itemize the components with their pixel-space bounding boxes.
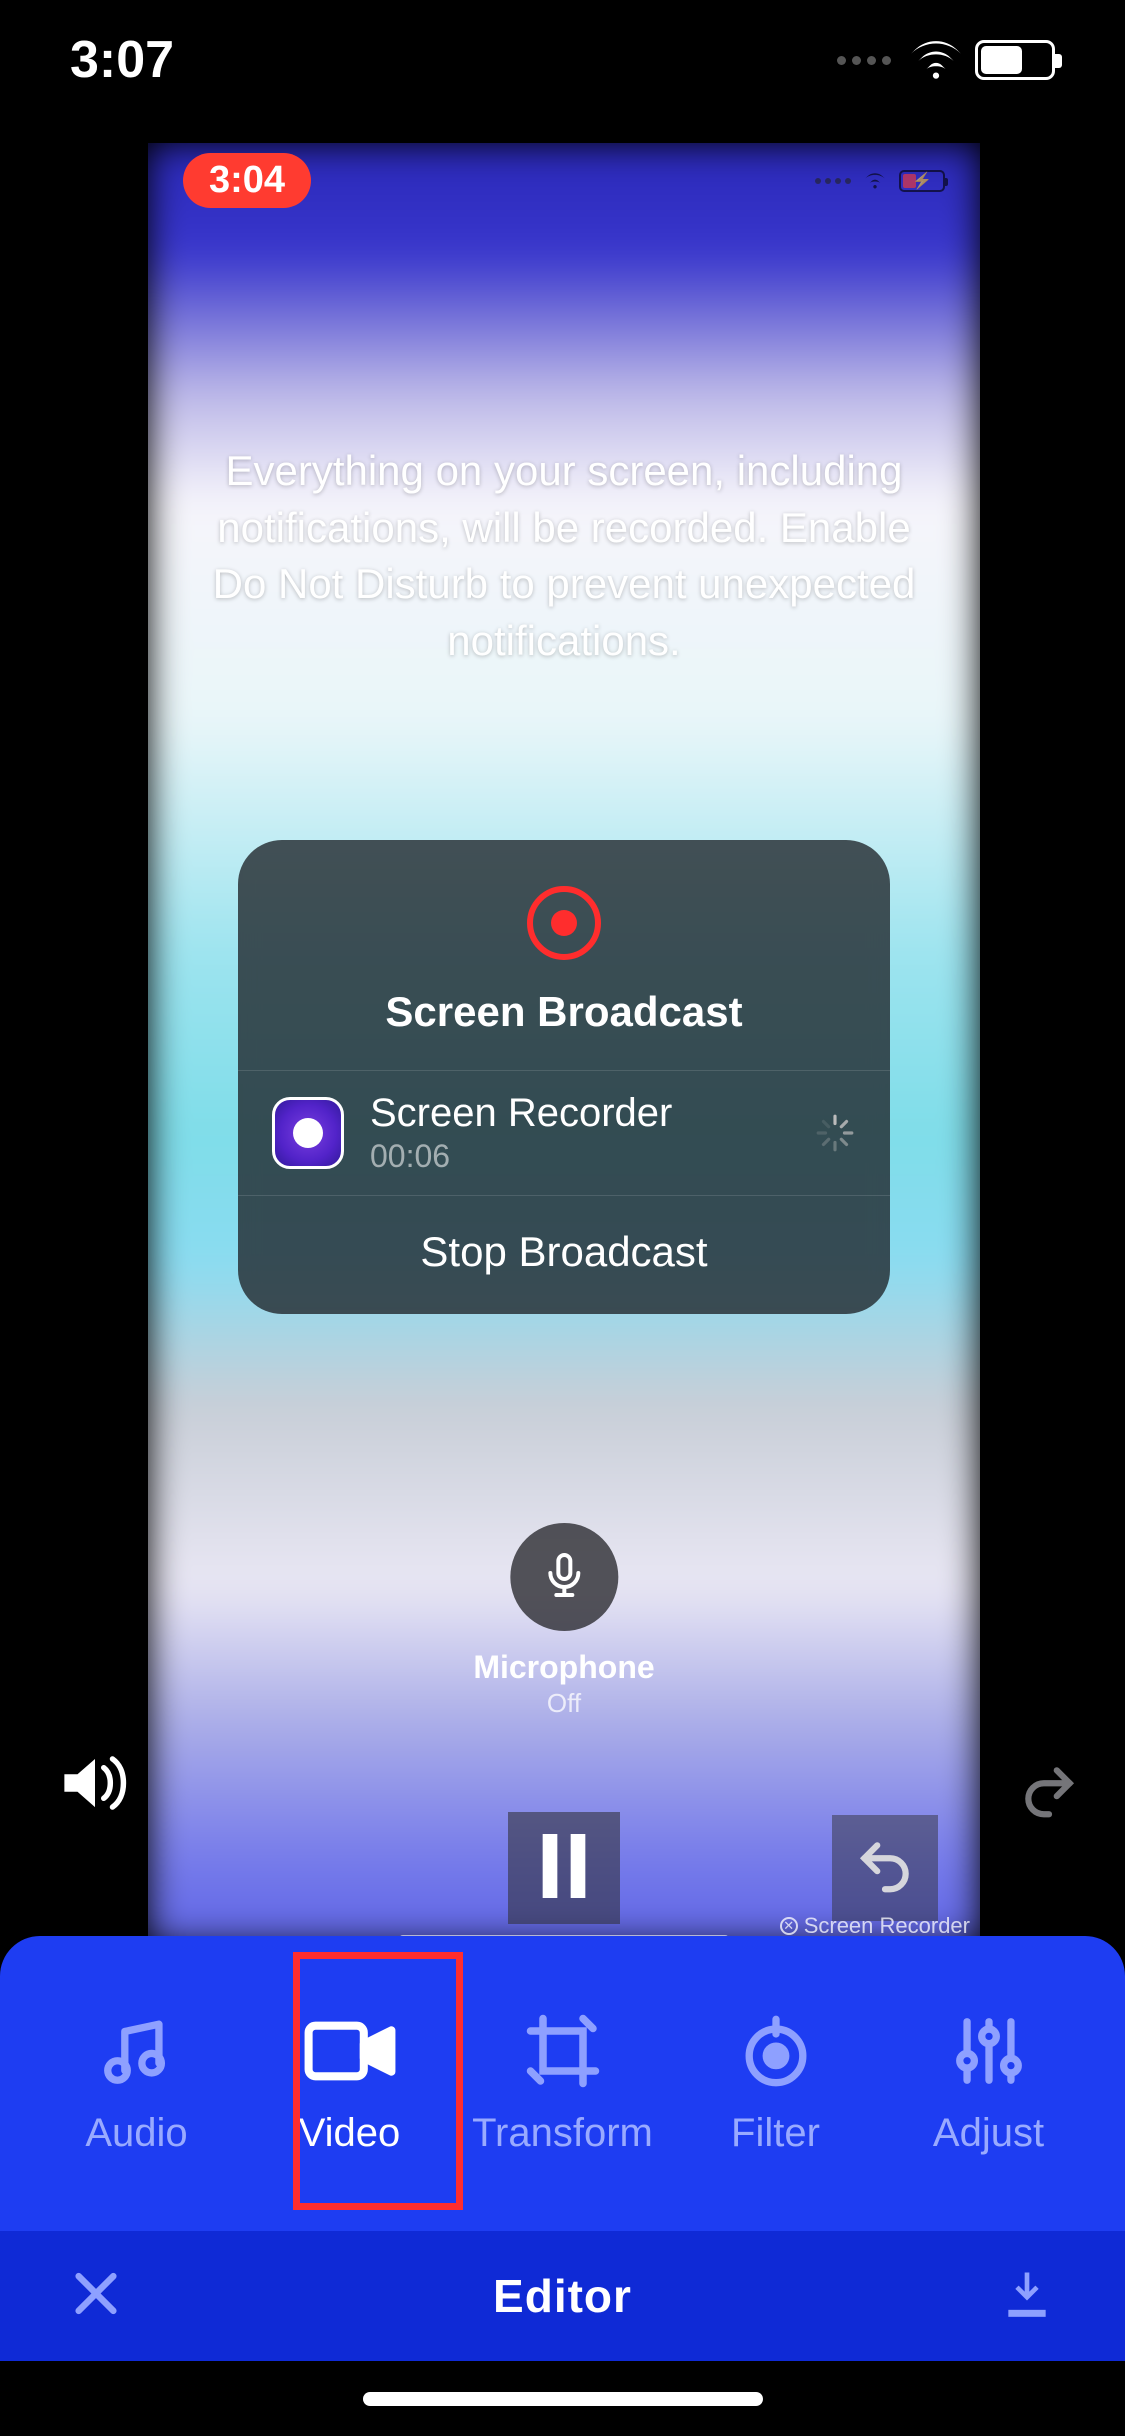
- undo-button[interactable]: [832, 1815, 938, 1921]
- video-icon: [304, 2011, 396, 2091]
- audio-icon: [98, 2011, 176, 2091]
- filter-icon: [737, 2011, 815, 2091]
- close-icon: [70, 2307, 122, 2324]
- broadcast-info-text: Everything on your screen, including not…: [188, 443, 940, 670]
- stop-broadcast-button[interactable]: Stop Broadcast: [238, 1196, 890, 1314]
- download-button[interactable]: [999, 2266, 1055, 2327]
- tool-video-label: Video: [299, 2111, 401, 2156]
- download-icon: [999, 2309, 1055, 2326]
- tool-adjust-label: Adjust: [933, 2111, 1044, 2156]
- pause-button[interactable]: [508, 1812, 620, 1924]
- watermark-icon: ✕: [780, 1917, 798, 1935]
- tool-transform-label: Transform: [472, 2111, 653, 2156]
- device-status-bar: 3:07: [0, 0, 1125, 120]
- tool-filter[interactable]: Filter: [669, 2011, 882, 2156]
- recording-indicator-pill: 3:04: [183, 153, 311, 208]
- editor-title: Editor: [493, 2269, 632, 2323]
- broadcast-app-row[interactable]: Screen Recorder 00:06: [238, 1071, 890, 1196]
- app-icon: [272, 1097, 344, 1169]
- status-right-cluster: [837, 40, 1055, 80]
- volume-icon: [60, 1801, 130, 1818]
- editor-tools-row: Audio Video Transform: [0, 1936, 1125, 2231]
- editor-panel: Audio Video Transform: [0, 1936, 1125, 2436]
- record-icon: [527, 886, 601, 960]
- video-preview[interactable]: 3:04 ⚡ Everything on your screen, includ…: [148, 143, 980, 1945]
- microphone-block: Microphone Off: [473, 1523, 654, 1719]
- tool-video[interactable]: Video: [243, 2011, 456, 2156]
- broadcast-title: Screen Broadcast: [385, 988, 742, 1036]
- tool-audio[interactable]: Audio: [30, 2011, 243, 2156]
- undo-icon: [854, 1835, 916, 1902]
- inner-wifi-icon: [861, 167, 889, 194]
- home-indicator[interactable]: [363, 2392, 763, 2406]
- inner-battery-icon: ⚡: [899, 170, 945, 192]
- microphone-icon: [540, 1551, 588, 1604]
- inner-status-bar: 3:04 ⚡: [148, 153, 980, 208]
- tool-adjust[interactable]: Adjust: [882, 2011, 1095, 2156]
- broadcast-card-header: Screen Broadcast: [238, 840, 890, 1071]
- battery-icon: [975, 40, 1055, 80]
- cellular-icon: [837, 56, 891, 65]
- inner-cellular-icon: [815, 178, 851, 184]
- spinner-icon: [814, 1112, 856, 1154]
- tool-transform[interactable]: Transform: [456, 2011, 669, 2156]
- redo-icon: [1018, 1809, 1080, 1826]
- close-button[interactable]: [70, 2268, 122, 2325]
- app-name: Screen Recorder: [370, 1091, 788, 1136]
- transform-icon: [523, 2011, 603, 2091]
- wifi-icon: [911, 41, 961, 79]
- adjust-icon: [950, 2011, 1028, 2091]
- editor-title-bar: Editor: [0, 2231, 1125, 2361]
- redo-button[interactable]: [1018, 1760, 1080, 1827]
- inner-status-right: ⚡: [815, 167, 945, 194]
- microphone-button[interactable]: [510, 1523, 618, 1631]
- broadcast-card: Screen Broadcast Screen Recorder 00:06: [238, 840, 890, 1314]
- recording-duration: 00:06: [370, 1138, 788, 1175]
- microphone-state: Off: [473, 1688, 654, 1719]
- home-indicator-area: [0, 2361, 1125, 2436]
- tool-filter-label: Filter: [731, 2111, 820, 2156]
- pause-icon: [537, 1834, 591, 1903]
- volume-button[interactable]: [60, 1752, 130, 1819]
- tool-audio-label: Audio: [85, 2111, 187, 2156]
- microphone-label: Microphone: [473, 1649, 654, 1686]
- device-time: 3:07: [70, 30, 174, 90]
